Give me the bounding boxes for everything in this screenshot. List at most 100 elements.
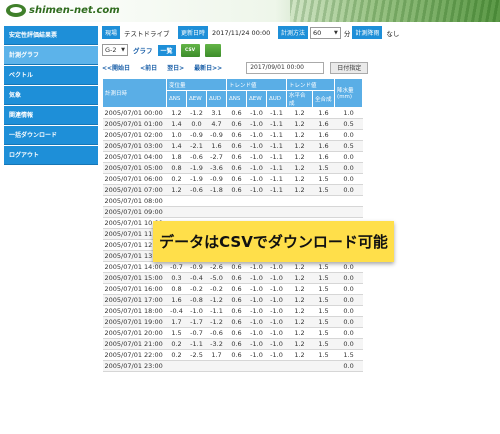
table-cell: 1.2	[286, 107, 313, 119]
site-logo[interactable]: shimen-net.com	[6, 3, 120, 18]
table-row: 2005/07/01 17:00 1.6 -0.8 -1.2 0.6 -1.0 -1.0 1.…	[102, 294, 363, 306]
table-cell: -1.2	[206, 316, 227, 328]
table-cell	[286, 206, 313, 218]
table-cell: 1.2	[286, 283, 313, 295]
table-cell: 0.0	[334, 316, 363, 328]
main-content: 現場 テストドライブ 更新日時 2017/11/24 00:00 計測方法 60…	[102, 26, 494, 372]
table-cell: 1.7	[166, 316, 187, 328]
table-cell: 0.6	[226, 294, 247, 306]
table-cell: 1.5	[312, 349, 335, 361]
cell-datetime: 2005/07/01 00:00	[102, 107, 167, 119]
table-cell: -0.6	[186, 151, 207, 163]
table-cell: 1.2	[286, 173, 313, 185]
table-cell: -1.0	[246, 305, 267, 317]
table-cell: 0.2	[166, 173, 187, 185]
list-view-button[interactable]: 一覧	[157, 44, 176, 56]
table-cell: -2.6	[206, 261, 227, 273]
table-row: 2005/07/01 21:00 0.2 -1.1 -3.2 0.6 -1.0 -1.0 1.…	[102, 338, 363, 350]
chevron-down-icon: ▼	[334, 29, 338, 36]
interval-select[interactable]: 60 ▼	[310, 26, 341, 39]
sidebar-item-measurement-graph[interactable]: 計測グラフ	[4, 46, 98, 65]
table-row: 2005/07/01 19:00 1.7 -1.7 -1.2 0.6 -1.0 -1.0 1.…	[102, 316, 363, 328]
table-cell: -0.6	[186, 184, 207, 196]
table-cell: -1.0	[266, 316, 287, 328]
latest-day-link[interactable]: 最新日>>	[194, 63, 222, 72]
sidebar-item-vector[interactable]: ベクトル	[4, 66, 98, 85]
csv-download-icon[interactable]: CSV	[180, 43, 200, 57]
table-cell: 0.6	[226, 140, 247, 152]
table-cell: 1.6	[206, 140, 227, 152]
next-day-link[interactable]: 翌日>	[167, 63, 184, 72]
table-cell: 1.2	[286, 129, 313, 141]
table-cell: 0.6	[226, 118, 247, 130]
subheader-trend-dud: ΔUD	[265, 90, 288, 108]
excel-download-icon[interactable]	[204, 43, 221, 57]
prev-day-link[interactable]: <前日	[140, 63, 157, 72]
header-datetime: 計測日時	[102, 78, 167, 108]
table-cell: 1.5	[166, 327, 187, 339]
chevron-down-icon: ▼	[121, 47, 125, 53]
table-cell: -0.9	[206, 129, 227, 141]
sidebar-item-stability-report[interactable]: 安定性評価結果票	[4, 26, 98, 45]
table-cell: 1.5	[312, 261, 335, 273]
table-cell: -1.8	[206, 184, 227, 196]
table-cell: -2.7	[206, 151, 227, 163]
table-cell: -1.7	[186, 316, 207, 328]
sidebar-item-bulk-download[interactable]: 一括ダウンロード	[4, 126, 98, 145]
date-nav-row: <<開始日 <前日 翌日> 最新日>> 2017/09/01 00:00 日付指…	[102, 61, 494, 74]
table-row: 2005/07/01 16:00 0.8 -0.2 -0.2 0.6 -1.0 -1.0 1.…	[102, 283, 363, 295]
cell-datetime: 2005/07/01 22:00	[102, 349, 167, 361]
table-cell: -1.0	[266, 327, 287, 339]
sensor-select[interactable]: G-2 ▼	[102, 44, 128, 56]
table-cell: 0.0	[334, 173, 363, 185]
table-cell	[226, 360, 247, 372]
table-cell	[166, 360, 187, 372]
table-cell: -0.9	[186, 261, 207, 273]
table-cell	[334, 195, 363, 207]
first-day-link[interactable]: <<開始日	[102, 63, 130, 72]
logo-text: shimen-net.com	[29, 5, 120, 16]
graph-view-link[interactable]: グラフ	[133, 45, 153, 55]
cell-datetime: 2005/07/01 14:00	[102, 261, 167, 273]
cell-datetime: 2005/07/01 07:00	[102, 184, 167, 196]
table-cell: 0.6	[226, 349, 247, 361]
table-cell: 3.1	[206, 107, 227, 119]
subheader-dew: ΔEW	[186, 90, 207, 108]
sidebar-item-weather[interactable]: 気象	[4, 86, 98, 105]
table-cell: -0.6	[206, 327, 227, 339]
table-cell: 1.5	[312, 305, 335, 317]
cell-datetime: 2005/07/01 05:00	[102, 162, 167, 174]
table-cell: -1.0	[246, 140, 267, 152]
table-cell: 1.2	[286, 162, 313, 174]
cell-datetime: 2005/07/01 23:00	[102, 360, 167, 372]
table-cell: -2.5	[186, 349, 207, 361]
table-cell: 0.0	[334, 162, 363, 174]
cell-datetime: 2005/07/01 16:00	[102, 283, 167, 295]
table-cell: 0.6	[226, 272, 247, 284]
table-cell: 1.4	[166, 118, 187, 130]
table-cell: 0.0	[334, 272, 363, 284]
table-cell: 1.2	[286, 184, 313, 196]
table-cell: -1.0	[246, 118, 267, 130]
table-cell: 0.0	[334, 151, 363, 163]
csv-download-banner: データはCSVでダウンロード可能	[153, 221, 394, 262]
date-input[interactable]: 2017/09/01 00:00	[246, 61, 325, 74]
cell-datetime: 2005/07/01 18:00	[102, 305, 167, 317]
date-specify-button[interactable]: 日付指定	[330, 61, 369, 74]
updated-value: 2017/11/24 00:00	[208, 26, 279, 39]
table-cell: -1.0	[266, 349, 287, 361]
table-cell	[266, 195, 287, 207]
cell-datetime: 2005/07/01 15:00	[102, 272, 167, 284]
cell-datetime: 2005/07/01 19:00	[102, 316, 167, 328]
table-cell: 1.2	[166, 107, 187, 119]
table-cell: -1.0	[266, 294, 287, 306]
table-cell: 0.6	[226, 305, 247, 317]
interval-label: 計測方法	[278, 26, 309, 39]
table-cell: -1.1	[206, 305, 227, 317]
sidebar-item-related-info[interactable]: 関連情報	[4, 106, 98, 125]
table-cell: 1.6	[312, 107, 335, 119]
table-cell: 1.2	[286, 140, 313, 152]
sidebar-item-logout[interactable]: ログアウト	[4, 146, 98, 165]
table-cell: -1.0	[246, 129, 267, 141]
table-cell	[186, 206, 207, 218]
